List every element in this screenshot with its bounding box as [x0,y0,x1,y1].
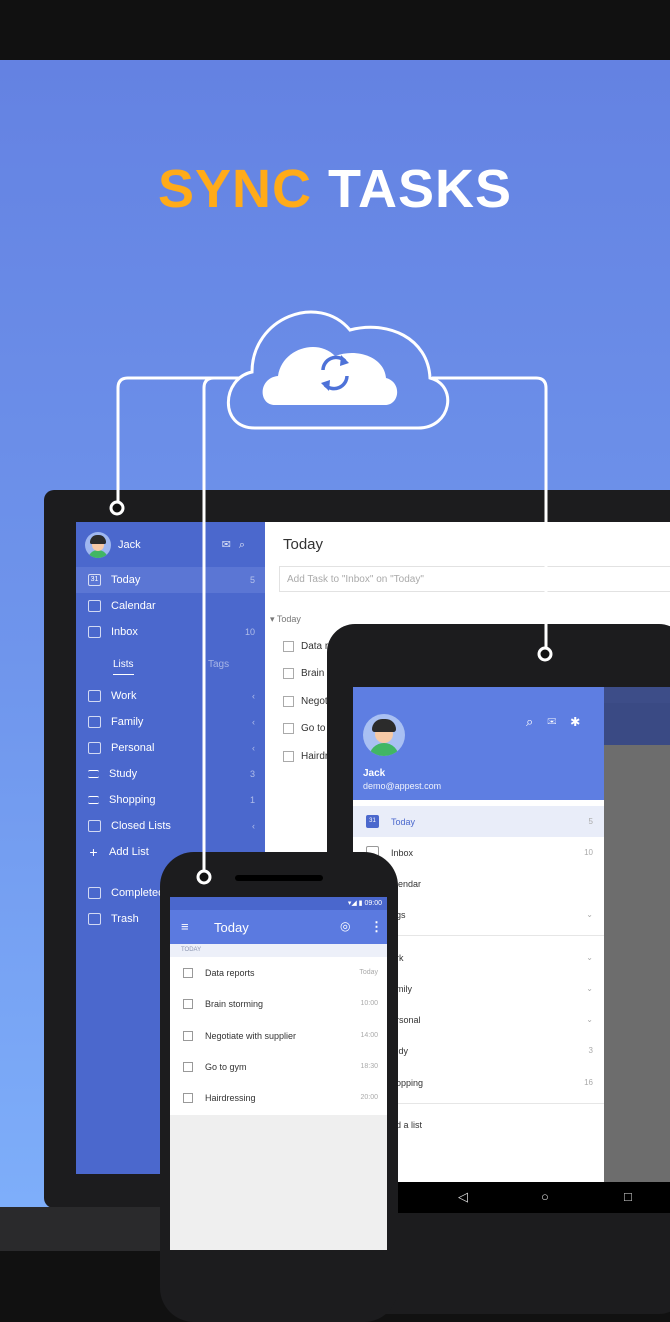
sync-connector-graphic [109,310,553,885]
